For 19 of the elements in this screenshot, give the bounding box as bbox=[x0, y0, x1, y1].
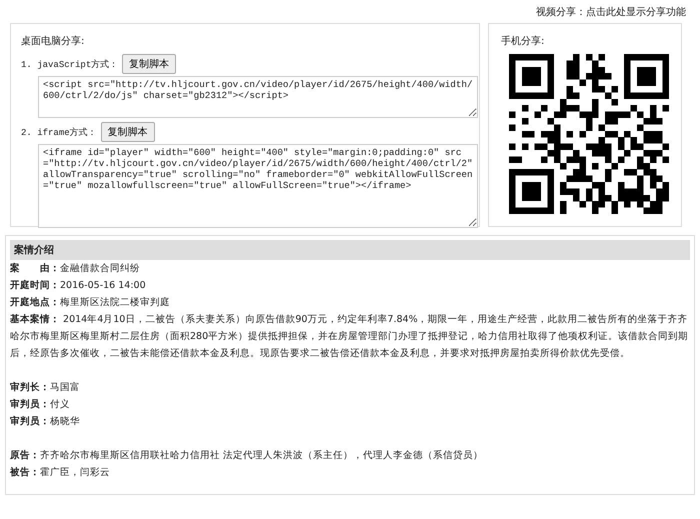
case-field: 审判员：杨晓华 bbox=[10, 413, 690, 430]
panel-title: 桌面电脑分享: bbox=[21, 34, 86, 48]
case-field: 开庭地点：梅里斯区法院二楼审判庭 bbox=[10, 294, 690, 311]
share-link[interactable]: 视频分享：点击此处显示分享功能 bbox=[536, 5, 686, 19]
code-field[interactable]: <script src="http://tv.hljcourt.gov.cn/video/player/id/2675/height/400/width/600/ctrl/2/do/js" charset="gb2312"></script> bbox=[38, 76, 478, 118]
panel-title: 手机分享: bbox=[501, 34, 546, 48]
copy-script-button[interactable]: 复制脚本 bbox=[100, 122, 155, 142]
method-label: 1. javaScript方式： bbox=[21, 58, 118, 70]
case-field: 基本案情： 2014年4月10日，二被告（系夫妻关系）向原告借款90万元，约定年利率7.84%，期限一年，用途生产经营，此款用二被告所有的坐落于齐齐哈尔市梅里斯区梅里斯村二层住房（面积280平方米）提供抵押担保，并在房屋管理部门办理了抵押登记，哈力信用社取得了他项权利证。该借款合同到期后，经原告多次催收，二被告未能偿还借款本金及利息。现原告要求二被告偿还借款本金及利息，并要求对抵押房屋拍卖所得价款优先受偿。 bbox=[10, 311, 690, 362]
case-field: 原告：齐齐哈尔市梅里斯区信用联社哈力信用社 法定代理人朱洪波（系主任），代理人李金德（系信贷员） bbox=[10, 447, 690, 464]
copy-script-button[interactable]: 复制脚本 bbox=[122, 54, 176, 74]
code-field[interactable]: <iframe id="player" width="600" height="400" style="margin:0;padding:0" src="http://tv.hljcourt.gov.cn/video/player/id/2675/width/600/height/400/ctrl/2" allowTransparency="true" scrolling="no" frameborder="0" webkitAllowFullScreen="true" mozallowfullscreen="true" allowFullScreen="true"></iframe> bbox=[38, 144, 478, 228]
method-label: 2. iframe方式： bbox=[21, 126, 97, 138]
case-field: 审判员：付义 bbox=[10, 396, 690, 413]
section-title: 案情介绍 bbox=[14, 243, 54, 257]
case-field: 被告：霍广臣，闫彩云 bbox=[10, 464, 690, 481]
case-field: 开庭时间：2016-05-16 14:00 bbox=[10, 277, 690, 294]
case-field: 案 由：金融借款合同纠纷 bbox=[10, 260, 690, 277]
case-field: 审判长：马国富 bbox=[10, 379, 690, 396]
